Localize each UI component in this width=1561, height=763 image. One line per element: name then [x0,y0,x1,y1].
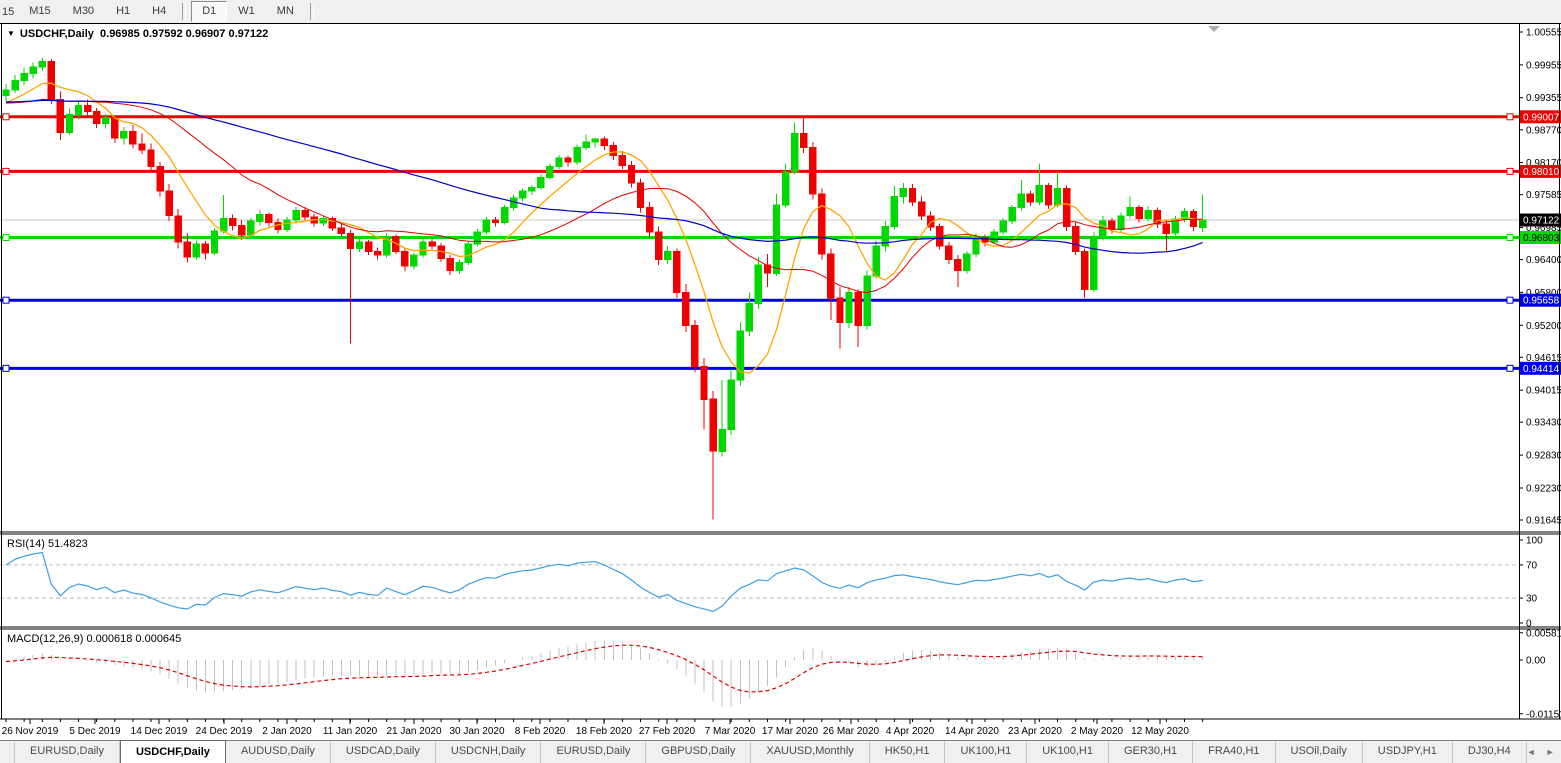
svg-text:5 Dec 2019: 5 Dec 2019 [69,726,121,737]
tf-button-d1[interactable]: D1 [191,1,228,22]
tf-button-m15[interactable]: M15 [18,1,61,22]
bottom-tab-hk50-h1[interactable]: HK50,H1 [870,741,946,763]
svg-text:2 May 2020: 2 May 2020 [1071,726,1124,737]
chart-symbol-label: USDCHF,Daily [19,28,94,40]
svg-text:4 Apr 2020: 4 Apr 2020 [886,726,935,737]
svg-text:26 Nov 2019: 26 Nov 2019 [2,726,59,737]
svg-text:18 Feb 2020: 18 Feb 2020 [576,726,633,737]
svg-text:0.92230: 0.92230 [1526,484,1561,495]
svg-text:26 Mar 2020: 26 Mar 2020 [823,726,880,737]
svg-text:14 Apr 2020: 14 Apr 2020 [945,726,999,737]
bottom-tab-uk100-h1[interactable]: UK100,H1 [1027,741,1109,763]
svg-text:11 Jan 2020: 11 Jan 2020 [323,726,378,737]
svg-text:1.00555: 1.00555 [1526,28,1561,39]
svg-text:8 Feb 2020: 8 Feb 2020 [515,726,566,737]
svg-text:12 May 2020: 12 May 2020 [1131,726,1189,737]
svg-text:0.005818: 0.005818 [1526,628,1561,639]
chart-title: ▼ USDCHF,Daily 0.96985 0.97592 0.96907 0.… [7,28,268,40]
hline-price-badge: 0.96803 [1520,231,1561,244]
svg-text:0.98010: 0.98010 [1523,167,1560,178]
tf-button-clipped[interactable]: 15 [0,3,18,21]
tf-button-h4[interactable]: H4 [141,1,177,22]
svg-text:30: 30 [1526,594,1538,605]
tf-button-mn[interactable]: MN [266,1,305,22]
bottom-tab-xauusd-monthly[interactable]: XAUUSD,Monthly [751,741,870,763]
svg-text:0.99955: 0.99955 [1526,60,1561,71]
svg-text:0.93430: 0.93430 [1526,418,1561,429]
svg-text:17 Mar 2020: 17 Mar 2020 [762,726,819,737]
bottom-tab-dj30-h4[interactable]: DJ30,H4 [1453,741,1527,763]
bottom-tab-usdcnh-daily[interactable]: USDCNH,Daily [436,741,542,763]
svg-text:0.95200: 0.95200 [1526,321,1561,332]
bottom-tab-usdjpy-h1[interactable]: USDJPY,H1 [1363,741,1453,763]
bottom-tab-fra40-h1[interactable]: FRA40,H1 [1193,741,1276,763]
svg-text:0.99007: 0.99007 [1523,112,1560,123]
hline-price-badge: 0.99007 [1520,110,1561,124]
mt4-chart-window: 15 M15 M30 H1 H4 D1 W1 MN ▼ USDCHF,Daily … [0,0,1561,763]
chart-ohlc-values: 0.96985 0.97592 0.96907 0.97122 [100,28,269,40]
bottom-tab-ger30-h1[interactable]: GER30,H1 [1109,741,1194,763]
symbol-dropdown-icon[interactable]: ▼ [7,29,15,38]
svg-text:2 Jan 2020: 2 Jan 2020 [262,726,312,737]
hline-price-badge: 0.98010 [1520,164,1561,178]
svg-text:30 Jan 2020: 30 Jan 2020 [449,726,504,737]
svg-text:14 Dec 2019: 14 Dec 2019 [131,726,188,737]
svg-text:23 Apr 2020: 23 Apr 2020 [1008,726,1062,737]
price-chart-canvas[interactable]: 100703000.0058180.00-0.0115141.005550.99… [0,23,1561,740]
svg-text:0.96803: 0.96803 [1523,233,1560,244]
bottom-tab-usoil-daily[interactable]: USOil,Daily [1276,741,1363,763]
svg-text:7 Mar 2020: 7 Mar 2020 [705,726,756,737]
svg-text:0.97122: 0.97122 [1523,216,1560,227]
bottom-tab-eurusd-daily[interactable]: EURUSD,Daily [541,741,647,763]
svg-text:70: 70 [1526,560,1538,571]
svg-text:24 Dec 2019: 24 Dec 2019 [196,726,253,737]
svg-text:0.92830: 0.92830 [1526,451,1561,462]
tab-scroll-controls: ◄ ► [1527,741,1561,763]
svg-text:0.94414: 0.94414 [1523,364,1560,375]
current-price-badge: 0.97122 [1520,213,1561,227]
svg-text:0.96400: 0.96400 [1526,255,1561,266]
svg-text:0.91645: 0.91645 [1526,516,1561,527]
tab-scroll-left-icon[interactable]: ◄ [1527,747,1536,757]
tf-button-w1[interactable]: W1 [227,1,266,22]
svg-text:0.94015: 0.94015 [1526,386,1561,397]
svg-text:0.98770: 0.98770 [1526,125,1561,136]
tf-button-m30[interactable]: M30 [62,1,105,22]
svg-text:0.97585: 0.97585 [1526,190,1561,201]
tf-button-h1[interactable]: H1 [105,1,141,22]
chart-tab-bar: EURUSD,Daily USDCHF,Daily AUDUSD,Daily USDC… [0,740,1561,763]
svg-text:21 Jan 2020: 21 Jan 2020 [386,726,441,737]
tab-scroll-right-icon[interactable]: ► [1546,747,1555,757]
rsi-indicator-label: RSI(14) 51.4823 [7,538,88,550]
timeframe-toolbar: 15 M15 M30 H1 H4 D1 W1 MN [0,0,1561,23]
hline-price-badge: 0.95658 [1520,293,1561,307]
toolbar-separator [309,3,314,20]
bottom-tab-gbpusd-daily[interactable]: GBPUSD,Daily [646,741,752,763]
bottom-tab-eurusd-daily[interactable]: EURUSD,Daily [14,741,120,763]
hline-price-badge: 0.94414 [1520,361,1561,375]
bottom-tab-usdchf-daily[interactable]: USDCHF,Daily [119,740,226,763]
bottom-tab-audusd-daily[interactable]: AUDUSD,Daily [226,741,331,763]
svg-text:27 Feb 2020: 27 Feb 2020 [639,726,696,737]
bottom-tab-usdcad-daily[interactable]: USDCAD,Daily [331,741,436,763]
svg-text:100: 100 [1526,536,1543,547]
toolbar-separator [182,3,187,20]
svg-text:0.95658: 0.95658 [1523,296,1560,307]
macd-indicator-label: MACD(12,26,9) 0.000618 0.000645 [7,633,182,645]
svg-text:0.00: 0.00 [1526,656,1546,667]
svg-text:0.99355: 0.99355 [1526,93,1561,104]
bottom-tab-uk100-h1[interactable]: UK100,H1 [945,741,1028,763]
